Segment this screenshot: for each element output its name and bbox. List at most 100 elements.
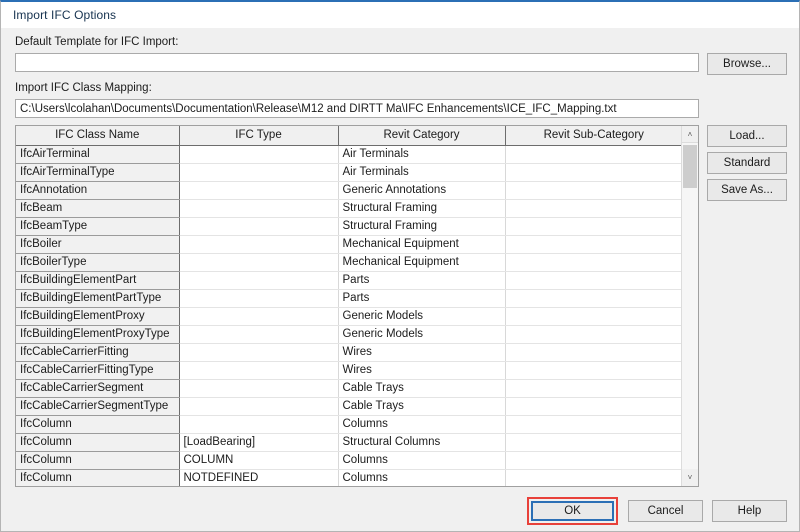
cell-ifc-type[interactable] — [179, 253, 339, 272]
cell-ifc-class-name[interactable]: IfcBeamType — [16, 217, 180, 236]
cell-revit-category[interactable]: Columns — [338, 469, 506, 486]
cell-revit-category[interactable]: Structural Columns — [338, 433, 506, 452]
table-row[interactable]: IfcBuildingElementProxyType Generic Model… — [16, 325, 681, 344]
standard-button[interactable]: Standard — [707, 152, 787, 174]
grid-vertical-scrollbar[interactable]: ˄ ˅ — [681, 126, 698, 486]
table-row[interactable]: IfcAnnotation Generic Annotations — [16, 181, 681, 200]
cell-ifc-type[interactable] — [179, 199, 339, 218]
table-row[interactable]: IfcCableCarrierSegment Cable Trays — [16, 379, 681, 398]
column-header-ifc-type[interactable]: IFC Type — [179, 126, 339, 146]
cell-revit-category[interactable]: Parts — [338, 271, 506, 290]
cell-ifc-class-name[interactable]: IfcBuildingElementProxy — [16, 307, 180, 326]
table-row[interactable]: IfcBuildingElementPartType Parts — [16, 289, 681, 308]
cell-revit-sub-category[interactable] — [505, 469, 681, 486]
cell-ifc-class-name[interactable]: IfcAnnotation — [16, 181, 180, 200]
cell-ifc-class-name[interactable]: IfcCableCarrierFitting — [16, 343, 180, 362]
cell-revit-category[interactable]: Wires — [338, 361, 506, 380]
table-row[interactable]: IfcColumn Columns — [16, 415, 681, 434]
table-row[interactable]: IfcBoiler Mechanical Equipment — [16, 235, 681, 254]
cell-revit-category[interactable]: Generic Annotations — [338, 181, 506, 200]
table-row[interactable]: IfcBeamType Structural Framing — [16, 217, 681, 236]
cell-revit-sub-category[interactable] — [505, 145, 681, 164]
table-row[interactable]: IfcAirTerminal Air Terminals — [16, 145, 681, 164]
cell-ifc-class-name[interactable]: IfcCableCarrierFittingType — [16, 361, 180, 380]
cell-ifc-class-name[interactable]: IfcBuildingElementProxyType — [16, 325, 180, 344]
cell-ifc-class-name[interactable]: IfcBuildingElementPart — [16, 271, 180, 290]
cell-ifc-type[interactable] — [179, 145, 339, 164]
cell-ifc-type[interactable] — [179, 343, 339, 362]
cell-ifc-type[interactable] — [179, 235, 339, 254]
cell-ifc-type[interactable] — [179, 397, 339, 416]
table-row[interactable]: IfcBoilerType Mechanical Equipment — [16, 253, 681, 272]
cell-ifc-class-name[interactable]: IfcColumn — [16, 415, 180, 434]
table-row[interactable]: IfcCableCarrierFittingType Wires — [16, 361, 681, 380]
cell-revit-category[interactable]: Columns — [338, 451, 506, 470]
cell-revit-category[interactable]: Wires — [338, 343, 506, 362]
cell-ifc-class-name[interactable]: IfcColumn — [16, 451, 180, 470]
ok-button[interactable]: OK — [531, 501, 614, 521]
cell-ifc-type[interactable] — [179, 271, 339, 290]
table-row[interactable]: IfcCableCarrierSegmentType Cable Trays — [16, 397, 681, 416]
cell-ifc-class-name[interactable]: IfcBoiler — [16, 235, 180, 254]
cell-revit-category[interactable]: Cable Trays — [338, 379, 506, 398]
cell-ifc-class-name[interactable]: IfcBeam — [16, 199, 180, 218]
cell-revit-sub-category[interactable] — [505, 415, 681, 434]
cell-revit-sub-category[interactable] — [505, 163, 681, 182]
cell-ifc-type[interactable]: COLUMN — [179, 451, 339, 470]
table-row[interactable]: IfcAirTerminalType Air Terminals — [16, 163, 681, 182]
cell-ifc-class-name[interactable]: IfcCableCarrierSegmentType — [16, 397, 180, 416]
scroll-up-arrow-icon[interactable]: ˄ — [682, 126, 698, 143]
cell-revit-sub-category[interactable] — [505, 235, 681, 254]
table-row[interactable]: IfcBuildingElementProxy Generic Models — [16, 307, 681, 326]
cell-ifc-class-name[interactable]: IfcColumn — [16, 469, 180, 486]
cell-ifc-class-name[interactable]: IfcCableCarrierSegment — [16, 379, 180, 398]
cell-revit-sub-category[interactable] — [505, 253, 681, 272]
cell-revit-sub-category[interactable] — [505, 397, 681, 416]
column-header-revit-category[interactable]: Revit Category — [338, 126, 506, 146]
column-header-ifc-class-name[interactable]: IFC Class Name — [16, 126, 180, 146]
cell-revit-category[interactable]: Mechanical Equipment — [338, 235, 506, 254]
cell-revit-sub-category[interactable] — [505, 325, 681, 344]
table-row[interactable]: IfcCableCarrierFitting Wires — [16, 343, 681, 362]
cell-revit-category[interactable]: Columns — [338, 415, 506, 434]
column-header-revit-sub-category[interactable]: Revit Sub-Category — [505, 126, 681, 146]
cell-revit-sub-category[interactable] — [505, 217, 681, 236]
cell-revit-sub-category[interactable] — [505, 451, 681, 470]
cell-ifc-type[interactable] — [179, 415, 339, 434]
table-row[interactable]: IfcColumn NOTDEFINED Columns — [16, 469, 681, 486]
scroll-down-arrow-icon[interactable]: ˅ — [682, 469, 698, 486]
load-button[interactable]: Load... — [707, 125, 787, 147]
scrollbar-thumb[interactable] — [683, 145, 697, 188]
cell-revit-sub-category[interactable] — [505, 289, 681, 308]
help-button[interactable]: Help — [712, 500, 787, 522]
cell-ifc-class-name[interactable]: IfcBoilerType — [16, 253, 180, 272]
cell-revit-sub-category[interactable] — [505, 433, 681, 452]
cell-revit-sub-category[interactable] — [505, 361, 681, 380]
cell-ifc-class-name[interactable]: IfcAirTerminalType — [16, 163, 180, 182]
cell-ifc-class-name[interactable]: IfcAirTerminal — [16, 145, 180, 164]
cancel-button[interactable]: Cancel — [628, 500, 703, 522]
cell-revit-category[interactable]: Generic Models — [338, 307, 506, 326]
cell-ifc-type[interactable] — [179, 325, 339, 344]
cell-revit-sub-category[interactable] — [505, 307, 681, 326]
cell-ifc-type[interactable] — [179, 289, 339, 308]
cell-revit-sub-category[interactable] — [505, 199, 681, 218]
cell-ifc-type[interactable] — [179, 307, 339, 326]
table-row[interactable]: IfcColumn [LoadBearing] Structural Columns — [16, 433, 681, 452]
cell-ifc-type[interactable] — [179, 181, 339, 200]
cell-revit-category[interactable]: Structural Framing — [338, 217, 506, 236]
table-row[interactable]: IfcColumn COLUMN Columns — [16, 451, 681, 470]
browse-button[interactable]: Browse... — [707, 53, 787, 75]
cell-ifc-type[interactable] — [179, 217, 339, 236]
cell-revit-sub-category[interactable] — [505, 181, 681, 200]
cell-revit-category[interactable]: Air Terminals — [338, 163, 506, 182]
cell-revit-category[interactable]: Cable Trays — [338, 397, 506, 416]
cell-revit-category[interactable]: Generic Models — [338, 325, 506, 344]
cell-ifc-type[interactable] — [179, 163, 339, 182]
default-template-input[interactable] — [15, 53, 699, 72]
cell-ifc-class-name[interactable]: IfcColumn — [16, 433, 180, 452]
cell-revit-sub-category[interactable] — [505, 379, 681, 398]
cell-revit-category[interactable]: Air Terminals — [338, 145, 506, 164]
save-as-button[interactable]: Save As... — [707, 179, 787, 201]
cell-revit-sub-category[interactable] — [505, 271, 681, 290]
